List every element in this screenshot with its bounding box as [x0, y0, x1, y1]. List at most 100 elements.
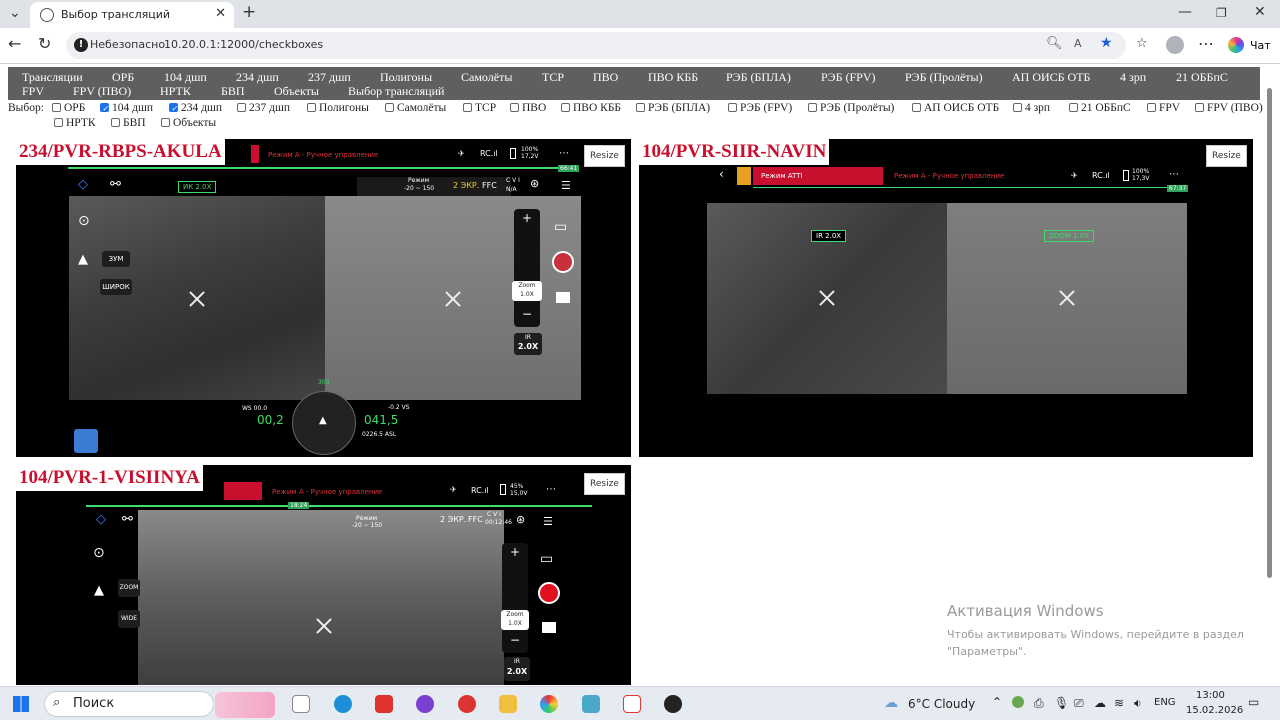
back-icon[interactable]: ← [8, 34, 21, 53]
reload-icon[interactable]: ↻ [38, 34, 51, 53]
filter-option[interactable]: РЭБ (БПЛА) [636, 101, 710, 116]
menu-item[interactable]: FPV [22, 84, 44, 99]
filter-option[interactable]: Полигоны [307, 101, 369, 116]
more-menu-icon[interactable]: ⋯ [1198, 34, 1214, 53]
language-indicator[interactable]: ENG [1154, 697, 1176, 708]
target-icon[interactable]: ⊙ [78, 213, 90, 229]
resize-button[interactable]: Resize [1206, 145, 1247, 167]
more-icon[interactable]: ⋯ [559, 148, 569, 159]
tab-list-chevron-icon[interactable]: ⌄ [9, 5, 21, 21]
record-button[interactable] [538, 582, 560, 604]
notifications-icon[interactable]: ▭ [1248, 695, 1259, 709]
filter-option[interactable]: ПВО КББ [561, 101, 621, 116]
playback-icon[interactable] [556, 292, 570, 303]
checkbox[interactable] [100, 101, 109, 116]
target-icon[interactable]: ⊙ [93, 545, 105, 561]
close-window-icon[interactable]: ✕ [1254, 4, 1266, 20]
filter-option[interactable]: ПВО [510, 101, 546, 116]
checkbox[interactable] [169, 101, 178, 116]
filter-option[interactable]: АП ОИСБ ОТБ [912, 101, 999, 116]
tray-printer-icon[interactable]: ⎚ [1074, 696, 1084, 711]
tray-app-icon[interactable] [1012, 696, 1024, 708]
menu-item[interactable]: РЭБ (БПЛА) [726, 70, 791, 85]
app-folder-icon[interactable] [582, 695, 600, 713]
checkbox[interactable] [1069, 103, 1078, 112]
minimize-icon[interactable]: — [1178, 4, 1192, 20]
menu-item[interactable]: ПВО [593, 70, 618, 85]
back-arrow-icon[interactable]: ‹ [719, 167, 724, 181]
new-tab-icon[interactable]: + [242, 2, 256, 22]
menu-item[interactable]: ОРБ [112, 70, 134, 85]
filter-option[interactable]: 234 дшп [169, 101, 222, 116]
clock-time[interactable]: 13:00 [1196, 690, 1225, 701]
tray-chevron-icon[interactable]: ⌃ [992, 695, 1002, 709]
menu-item[interactable]: БВП [221, 84, 245, 99]
ir-level-box[interactable]: IR 2.0X [514, 333, 542, 355]
wide-button[interactable]: WIDE [118, 610, 140, 628]
microphone-icon[interactable]: 🎙︎ [1054, 696, 1069, 710]
zoom-in-icon[interactable]: + [510, 545, 520, 559]
zum-button[interactable]: ЗУМ [102, 251, 130, 267]
more-icon[interactable]: ⋯ [546, 484, 556, 495]
zoom-in-icon[interactable]: + [522, 211, 532, 225]
menu-item[interactable]: FPV (ПВО) [73, 84, 131, 99]
zoom-button[interactable]: ZOOM [118, 579, 140, 597]
more-icon[interactable]: ⋯ [1169, 169, 1179, 180]
search-box[interactable]: ⌕ Поиск [44, 691, 275, 718]
ffc-label[interactable]: FFC [468, 515, 483, 524]
task-view-icon[interactable] [292, 695, 310, 713]
menu-item[interactable]: 4 зрп [1120, 70, 1146, 85]
file-explorer-icon[interactable] [499, 695, 517, 713]
checkbox[interactable] [237, 103, 246, 112]
yandex-browser-icon[interactable] [375, 695, 393, 713]
start-icon[interactable] [13, 696, 29, 712]
video-camera-icon[interactable]: ▭ [554, 219, 567, 235]
record-button[interactable] [552, 251, 574, 273]
filter-option[interactable]: РЭБ (Пролёты) [808, 101, 894, 116]
resize-button[interactable]: Resize [584, 145, 625, 167]
chat-label[interactable]: Чат [1250, 39, 1271, 52]
favorite-star-icon[interactable]: ★ [1100, 35, 1113, 51]
filter-option[interactable]: 237 дшп [237, 101, 290, 116]
checkbox[interactable] [636, 103, 645, 112]
menu-item[interactable]: ПВО КББ [648, 70, 698, 85]
resize-button[interactable]: Resize [584, 473, 625, 495]
filter-option[interactable]: 21 ОББпС [1069, 101, 1131, 116]
search-highlight-image[interactable] [215, 692, 275, 718]
zoom-slider[interactable]: + − [514, 209, 540, 327]
menu-item[interactable]: НРТК [160, 84, 191, 99]
shirok-button[interactable]: ШИРОК [100, 279, 132, 295]
menu-item[interactable]: 237 дшп [308, 70, 351, 85]
favorites-icon[interactable]: ☆ [1136, 36, 1148, 51]
clock-date[interactable]: 15.02.2026 [1186, 705, 1243, 716]
zoom-icon[interactable]: 🔍︎ [1046, 36, 1063, 51]
app-8-icon[interactable] [458, 695, 476, 713]
browser-tab[interactable]: Выбор трансляций ✕ [30, 2, 234, 28]
checkbox[interactable] [307, 103, 316, 112]
menu-item[interactable]: РЭБ (FPV) [821, 70, 876, 85]
menu-item[interactable]: 234 дшп [236, 70, 279, 85]
checkbox[interactable] [561, 103, 570, 112]
checkbox[interactable] [52, 103, 61, 112]
checkbox[interactable] [463, 103, 472, 112]
wifi-icon[interactable]: ≋ [1114, 696, 1124, 710]
menu-item[interactable]: Полигоны [380, 70, 432, 85]
filter-option[interactable]: FPV [1147, 101, 1180, 116]
filter-option[interactable]: ОРБ [52, 101, 85, 116]
checkbox[interactable] [54, 118, 63, 127]
weather-text[interactable]: 6°C Cloudy [908, 697, 975, 711]
filter-option[interactable]: БВП [111, 116, 146, 131]
settings-sliders-icon[interactable]: ☰ [543, 515, 553, 528]
menu-item[interactable]: АП ОИСБ ОТБ [1012, 70, 1090, 85]
checkbox[interactable] [728, 103, 737, 112]
menu-item[interactable]: РЭБ (Пролёты) [905, 70, 983, 85]
drone-mode-icon[interactable]: ⚯ [122, 512, 133, 527]
profile-avatar[interactable] [1166, 36, 1184, 54]
checkbox[interactable] [912, 103, 921, 112]
map-icon[interactable] [74, 429, 98, 453]
zoom-slider[interactable]: + − [502, 543, 528, 653]
menu-item[interactable]: 104 дшп [164, 70, 207, 85]
zoom-out-icon[interactable]: − [522, 307, 532, 321]
checkbox[interactable] [385, 103, 394, 112]
checkbox[interactable] [111, 118, 120, 127]
